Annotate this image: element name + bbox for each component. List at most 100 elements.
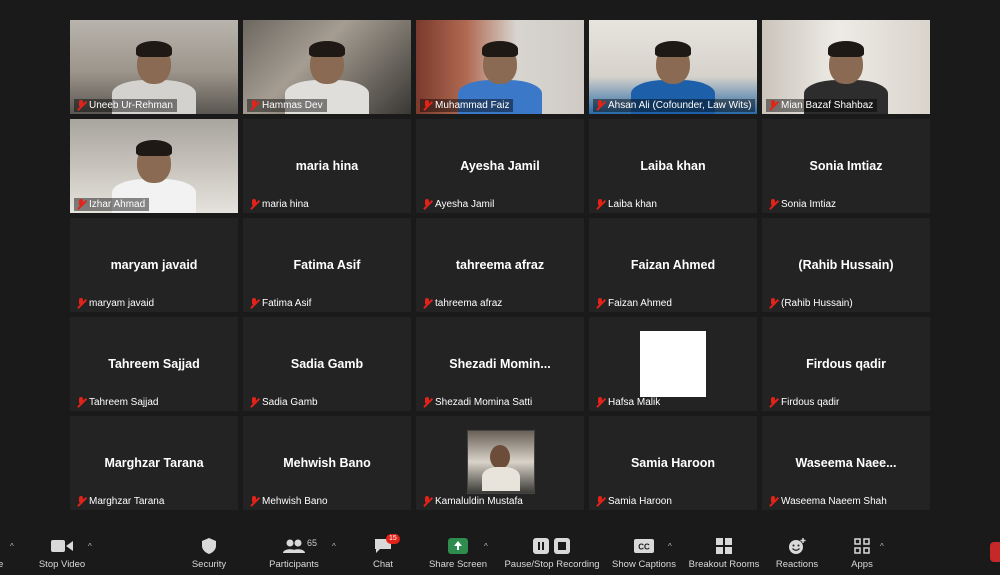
apps-options-caret[interactable]: ^ xyxy=(880,542,884,551)
participant-tile[interactable]: Sadia Gamb Sadia Gamb xyxy=(243,317,411,411)
smiley-plus-icon xyxy=(775,536,819,556)
participant-tile[interactable]: Hammas Dev xyxy=(243,20,411,114)
participant-tile[interactable]: Waseema Naee... Waseema Naeem Shah xyxy=(762,416,930,510)
participant-tile[interactable]: Muhammad Faiz xyxy=(416,20,584,114)
participant-name-label: Hafsa Malik xyxy=(593,396,664,409)
participant-display-name: Waseema Naee... xyxy=(795,456,897,470)
end-meeting-button-partial[interactable] xyxy=(990,542,1000,562)
participant-name-label: Kamaluldin Mustafa xyxy=(420,495,527,508)
participant-name: Samia Haroon xyxy=(608,496,672,507)
participant-name: tahreema afraz xyxy=(435,298,503,309)
participant-tile[interactable]: Faizan Ahmed Faizan Ahmed xyxy=(589,218,757,312)
apps-button[interactable]: Apps xyxy=(848,536,876,570)
chat-unread-badge: 15 xyxy=(386,534,400,544)
participant-name: (Rahib Hussain) xyxy=(781,298,853,309)
participant-name: Mian Bazaf Shahbaz xyxy=(781,100,874,111)
muted-mic-icon xyxy=(76,496,86,507)
muted-mic-icon xyxy=(249,496,259,507)
participant-name-label: Samia Haroon xyxy=(593,495,676,508)
participant-name-label: Laiba khan xyxy=(593,198,661,211)
security-button[interactable]: Security xyxy=(188,536,230,570)
participant-name: Ayesha Jamil xyxy=(435,199,495,210)
participant-tile[interactable]: Uneeb Ur-Rehman xyxy=(70,20,238,114)
participant-display-name: Faizan Ahmed xyxy=(630,258,716,272)
profile-picture xyxy=(640,331,706,397)
participant-tile[interactable]: Tahreem Sajjad Tahreem Sajjad xyxy=(70,317,238,411)
audio-button-partial[interactable]: e xyxy=(0,536,3,570)
participant-tile[interactable]: Kamaluldin Mustafa xyxy=(416,416,584,510)
participant-name-label: Sadia Gamb xyxy=(247,396,322,409)
participant-display-name: Tahreem Sajjad xyxy=(108,357,200,371)
participant-name: Hafsa Malik xyxy=(608,397,661,408)
participant-grid: Uneeb Ur-Rehman Hammas Dev Muhammad Faiz Ah… xyxy=(70,20,930,510)
audio-label: e xyxy=(0,559,4,570)
participant-tile[interactable]: Hafsa Malik xyxy=(589,317,757,411)
participant-name-label: Hammas Dev xyxy=(247,99,327,112)
captions-label: Show Captions xyxy=(612,559,676,570)
participant-name-label: Shezadi Momina Satti xyxy=(420,396,536,409)
participant-tile[interactable]: Samia Haroon Samia Haroon xyxy=(589,416,757,510)
participant-tile[interactable]: Shezadi Momin... Shezadi Momina Satti xyxy=(416,317,584,411)
participant-display-name: tahreema afraz xyxy=(455,258,545,272)
participant-tile[interactable]: Izhar Ahmad xyxy=(70,119,238,213)
participant-name-label: Fatima Asif xyxy=(247,297,315,310)
participant-name-label: Tahreem Sajjad xyxy=(74,396,162,409)
participant-tile[interactable]: Ayesha Jamil Ayesha Jamil xyxy=(416,119,584,213)
captions-options-caret[interactable]: ^ xyxy=(668,542,672,551)
participant-name: Firdous qadir xyxy=(781,397,840,408)
participant-name: Waseema Naeem Shah xyxy=(781,496,887,507)
share-screen-icon xyxy=(428,536,488,556)
recording-label: Pause/Stop Recording xyxy=(504,559,600,570)
share-screen-label: Share Screen xyxy=(428,559,488,570)
participant-tile[interactable]: Laiba khan Laiba khan xyxy=(589,119,757,213)
muted-mic-icon xyxy=(76,397,86,408)
participant-tile[interactable]: Mian Bazaf Shahbaz xyxy=(762,20,930,114)
participant-tile[interactable]: Fatima Asif Fatima Asif xyxy=(243,218,411,312)
participant-tile[interactable]: Sonia Imtiaz Sonia Imtiaz xyxy=(762,119,930,213)
participants-options-caret[interactable]: ^ xyxy=(332,542,336,551)
audio-options-caret[interactable]: ^ xyxy=(10,542,14,551)
muted-mic-icon xyxy=(768,496,778,507)
video-options-caret[interactable]: ^ xyxy=(88,542,92,551)
reactions-button[interactable]: Reactions xyxy=(775,536,819,570)
muted-mic-icon xyxy=(595,496,605,507)
participant-name: Shezadi Momina Satti xyxy=(435,397,533,408)
muted-mic-icon xyxy=(422,397,432,408)
participant-display-name: Sonia Imtiaz xyxy=(809,159,883,173)
participant-tile[interactable]: Ahsan Ali (Cofounder, Law Wits) xyxy=(589,20,757,114)
share-screen-button[interactable]: Share Screen xyxy=(428,536,488,570)
participant-name-label: maryam javaid xyxy=(74,297,158,310)
participant-display-name: Firdous qadir xyxy=(806,357,886,371)
shield-icon xyxy=(188,536,230,556)
participant-name: Sonia Imtiaz xyxy=(781,199,837,210)
muted-mic-icon xyxy=(249,298,259,309)
muted-mic-icon xyxy=(595,199,605,210)
participant-tile[interactable]: maryam javaid maryam javaid xyxy=(70,218,238,312)
participant-name: Uneeb Ur-Rehman xyxy=(89,100,173,111)
recording-button[interactable]: Pause/Stop Recording xyxy=(504,536,600,570)
stop-video-button[interactable]: Stop Video xyxy=(34,536,90,570)
muted-mic-icon xyxy=(249,199,259,210)
participant-name: maria hina xyxy=(262,199,309,210)
participant-display-name: Laiba khan xyxy=(640,159,706,173)
participant-tile[interactable]: Firdous qadir Firdous qadir xyxy=(762,317,930,411)
participant-name-label: Uneeb Ur-Rehman xyxy=(74,99,177,112)
participant-tile[interactable]: maria hina maria hina xyxy=(243,119,411,213)
participant-name-label: tahreema afraz xyxy=(420,297,506,310)
participant-name-label: Waseema Naeem Shah xyxy=(766,495,891,508)
muted-mic-icon xyxy=(249,397,259,408)
participant-tile[interactable]: (Rahib Hussain) (Rahib Hussain) xyxy=(762,218,930,312)
participant-tile[interactable]: Mehwish Bano Mehwish Bano xyxy=(243,416,411,510)
participant-tile[interactable]: tahreema afraz tahreema afraz xyxy=(416,218,584,312)
muted-mic-icon xyxy=(422,496,432,507)
share-options-caret[interactable]: ^ xyxy=(484,542,488,551)
breakout-rooms-button[interactable]: Breakout Rooms xyxy=(688,536,760,570)
muted-mic-icon xyxy=(595,298,605,309)
participant-name-label: Faizan Ahmed xyxy=(593,297,676,310)
reactions-label: Reactions xyxy=(775,559,819,570)
participant-name-label: Muhammad Faiz xyxy=(420,99,514,112)
show-captions-button[interactable]: CC Show Captions xyxy=(612,536,676,570)
participant-name: Muhammad Faiz xyxy=(435,100,510,111)
participant-tile[interactable]: Marghzar Tarana Marghzar Tarana xyxy=(70,416,238,510)
participant-name-label: Ayesha Jamil xyxy=(420,198,498,211)
